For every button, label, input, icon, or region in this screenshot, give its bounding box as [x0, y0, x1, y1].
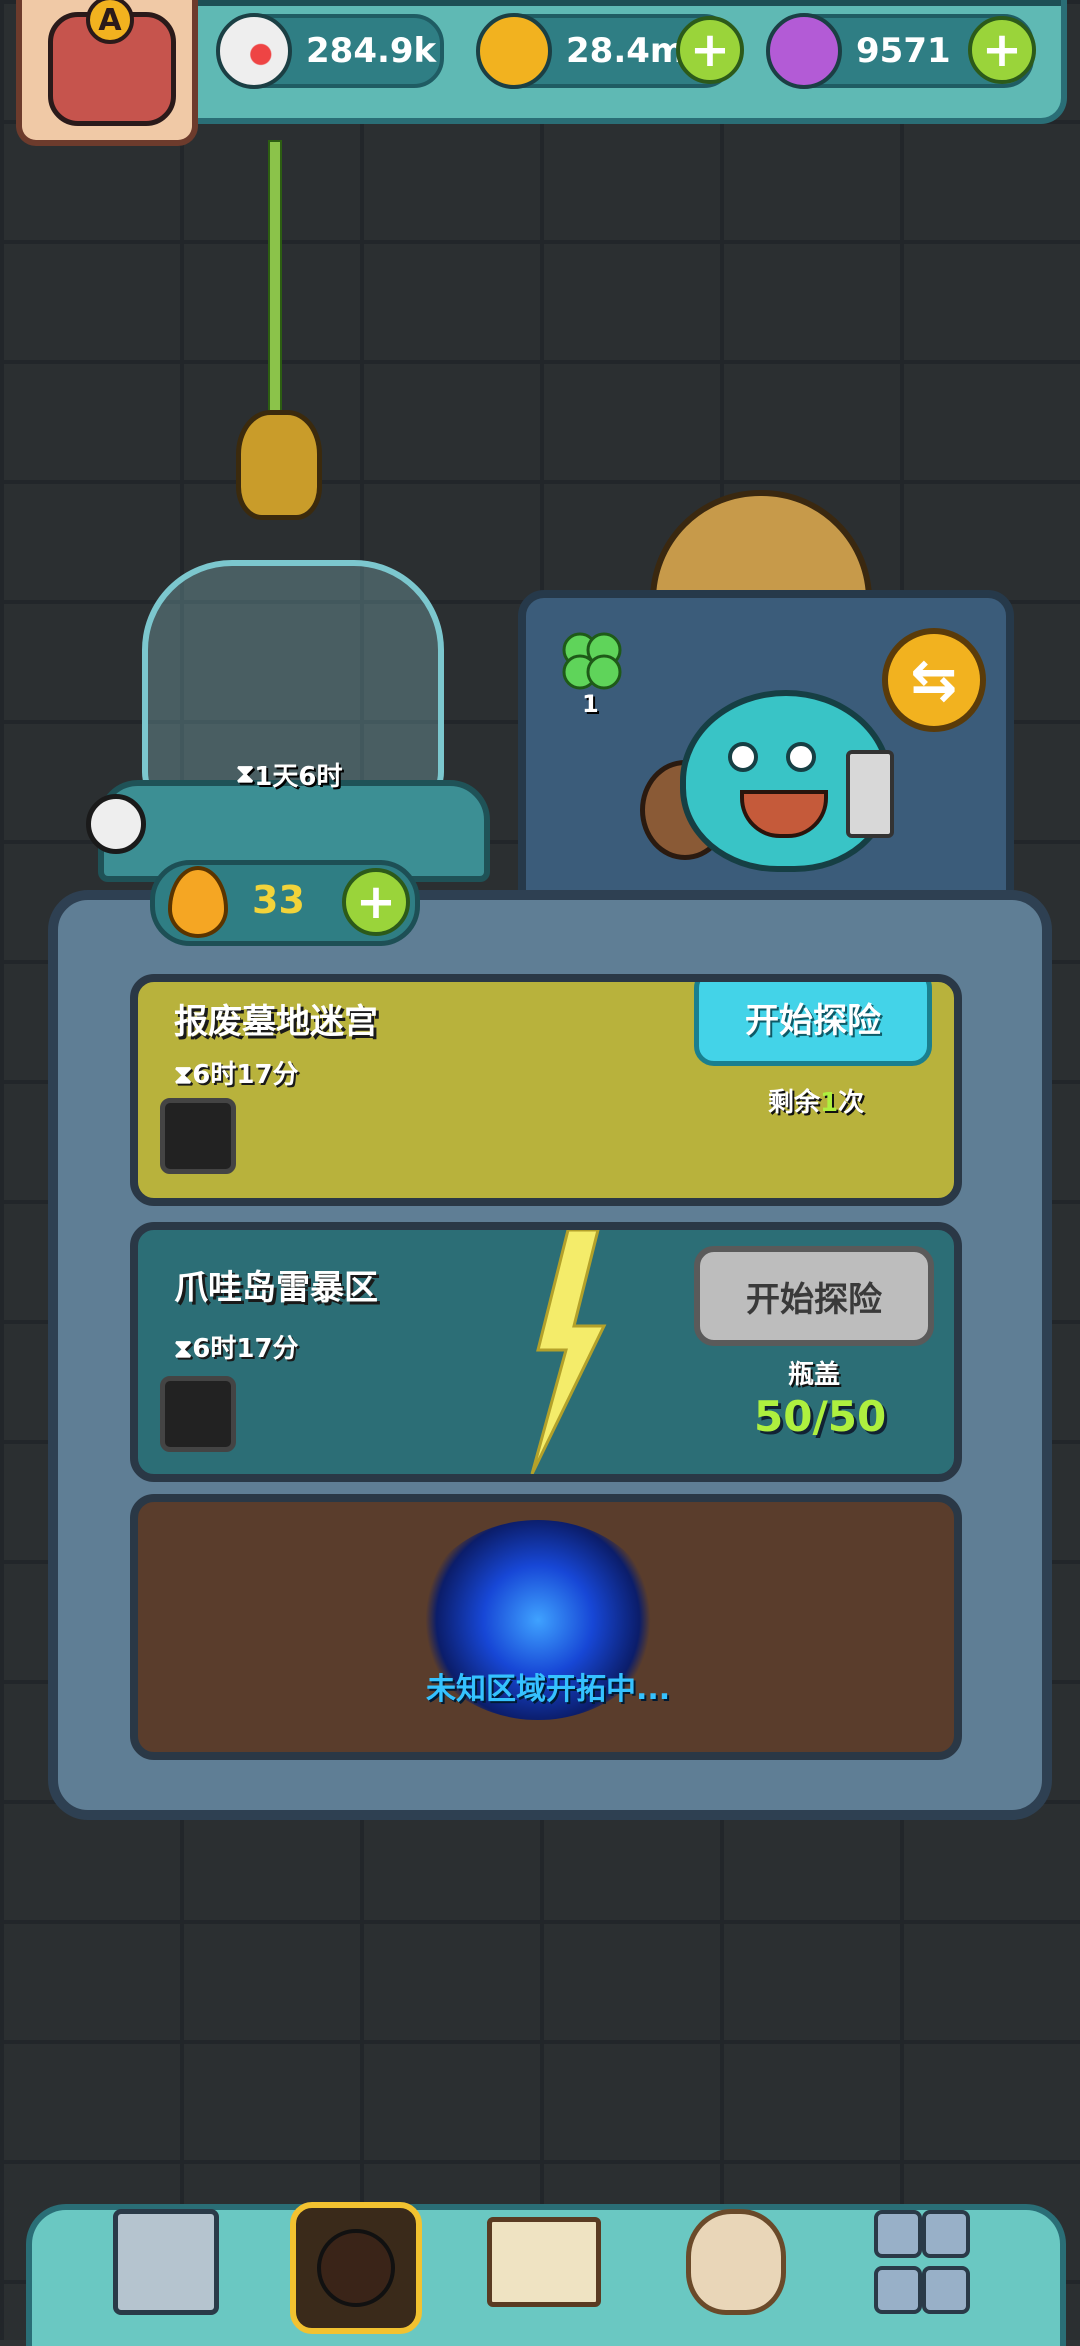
- expedition-duration: ⧗6时17分: [174, 1328, 299, 1365]
- hourglass-icon: ⧗: [174, 1060, 193, 1090]
- eyeball-icon: [216, 13, 292, 89]
- money-bag-icon: [686, 2209, 786, 2315]
- lightning-bolt-icon: [530, 1230, 607, 1474]
- remaining-suffix: 次: [838, 1088, 865, 1118]
- hanging-vine: [268, 140, 282, 444]
- book-icon: [487, 2217, 601, 2307]
- vine-bulb-icon[interactable]: [236, 410, 322, 520]
- expedition-duration-text: 6时17分: [192, 1334, 299, 1364]
- expedition-title: 报废墓地迷宫: [174, 1002, 378, 1042]
- expedition-reward-thumbnail[interactable]: [160, 1376, 236, 1452]
- gold-coin-icon: [476, 13, 552, 89]
- incubator-timer-text: 1天6时: [254, 762, 343, 792]
- nav-book[interactable]: [484, 2202, 604, 2322]
- expedition-reward-thumbnail[interactable]: [160, 1098, 236, 1174]
- start-expedition-button[interactable]: 开始探险: [694, 982, 932, 1066]
- plus-icon: +: [689, 22, 731, 78]
- expedition-card-thunderstorm: 爪哇岛雷暴区 ⧗6时17分 开始探险 瓶盖 50/50: [130, 1222, 962, 1482]
- swap-pet-button[interactable]: ⇆: [882, 628, 986, 732]
- grid-menu-icon: [874, 2210, 970, 2314]
- hourglass-icon: ⧗: [174, 1334, 193, 1364]
- remaining-count: 1: [820, 1088, 839, 1118]
- unknown-area-label: 未知区域开拓中...: [426, 1672, 671, 1707]
- expedition-card-graveyard: 报废墓地迷宫 ⧗6时17分 开始探险 剩余1次: [130, 974, 962, 1206]
- gold-count: 28.4m: [566, 31, 686, 71]
- nav-money-bag[interactable]: [676, 2202, 796, 2322]
- remaining-attempts: 剩余1次: [768, 1082, 864, 1119]
- shop-building-icon: [113, 2209, 219, 2315]
- purple-potion-icon: [766, 13, 842, 89]
- nav-monster-den[interactable]: [290, 2202, 422, 2334]
- pet-eye-left: [728, 742, 758, 772]
- eyeball-resource: 284.9k: [216, 13, 444, 89]
- bottle-cap-count: 50/50: [754, 1392, 887, 1441]
- start-expedition-button-disabled[interactable]: 开始探险: [694, 1246, 934, 1346]
- monster-den-icon: [317, 2229, 395, 2307]
- add-energy-button[interactable]: +: [342, 868, 410, 936]
- eyeball-count: 284.9k: [306, 31, 437, 71]
- plus-icon: +: [355, 874, 397, 930]
- four-leaf-clover-icon: [562, 632, 622, 690]
- hourglass-icon: ⧗: [236, 759, 255, 789]
- expedition-duration: ⧗6时17分: [174, 1054, 299, 1091]
- resource-bar: 284.9k 28.4m + 9571 +: [150, 0, 1067, 124]
- eye-decoration-icon: [86, 794, 146, 854]
- bottle-cap-label: 瓶盖: [788, 1360, 841, 1390]
- plus-icon: +: [981, 22, 1023, 78]
- clover-count: 1: [582, 690, 599, 718]
- nav-menu[interactable]: [858, 2202, 978, 2322]
- nav-shop[interactable]: [106, 2202, 226, 2322]
- player-avatar[interactable]: A: [16, 0, 198, 146]
- energy-count: 33: [252, 878, 305, 922]
- expedition-title: 爪哇岛雷暴区: [174, 1268, 378, 1308]
- incubator-timer: ⧗ 1天6时: [236, 756, 342, 793]
- cleaver-icon: [846, 750, 894, 838]
- remaining-prefix: 剩余: [768, 1088, 821, 1118]
- add-gold-button[interactable]: +: [676, 16, 744, 84]
- expedition-duration-text: 6时17分: [192, 1060, 299, 1090]
- add-potion-button[interactable]: +: [968, 16, 1036, 84]
- swap-arrows-icon: ⇆: [910, 647, 958, 713]
- pet-eye-right: [786, 742, 816, 772]
- potion-count: 9571: [856, 31, 951, 71]
